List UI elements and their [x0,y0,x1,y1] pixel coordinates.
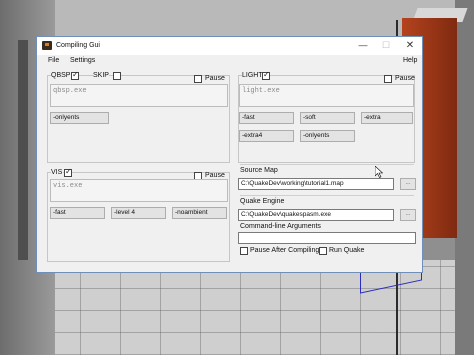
command-line-label: Command-line Arguments [240,223,321,230]
light-option-extra[interactable]: -extra [361,112,413,124]
run-quake-label: Run Quake [329,247,365,254]
light-option-onlyents[interactable]: -onlyents [300,130,355,142]
light-label: LIGHT [242,72,264,79]
light-checkbox[interactable] [262,70,270,80]
maximize-icon[interactable]: ☐ [375,39,397,52]
source-map-input[interactable]: C:\QuakeDev\working\tutorial1.map [238,178,394,190]
vis-pause-label: Pause [205,172,225,179]
vis-group: VIS Pause vis.exe -fast -level 4 -noambi… [47,167,230,262]
vis-option-level4[interactable]: -level 4 [111,207,166,219]
title-bar[interactable]: Compiling Gui — ☐ ✕ [37,37,422,55]
vis-option-fast[interactable]: -fast [50,207,105,219]
quake-engine-browse-button[interactable]: ... [400,209,416,221]
qbsp-pause-label: Pause [205,75,225,82]
pause-after-checkbox[interactable] [240,247,248,255]
light-option-fast[interactable]: -fast [239,112,294,124]
menu-settings[interactable]: Settings [70,57,95,64]
qbsp-label: QBSP [51,72,72,79]
run-quake-checkbox[interactable] [319,247,327,255]
qbsp-option-onlyents[interactable]: -onlyents [50,112,109,124]
quake-engine-input[interactable]: C:\QuakeDev\quakespasm.exe [238,209,394,221]
compiling-gui-window: Compiling Gui — ☐ ✕ File Settings Help Q… [36,36,423,273]
qbsp-pause-checkbox[interactable] [194,75,202,83]
menu-help[interactable]: Help [403,57,417,64]
skip-label: SKIP [93,72,109,79]
mouse-cursor-icon [375,166,383,178]
minimize-icon[interactable]: — [352,39,374,52]
light-option-extra4[interactable]: -extra4 [239,130,294,142]
light-pause-label: Pause [395,75,415,82]
right-wall-brush [455,0,474,355]
divider [240,164,414,165]
vis-label: VIS [51,169,64,176]
light-option-soft[interactable]: -soft [300,112,355,124]
pause-after-label: Pause After Compiling [250,247,320,254]
qbsp-checkbox[interactable] [71,70,79,80]
source-map-label: Source Map [240,167,278,174]
vis-option-noambient[interactable]: -noambient [172,207,227,219]
left-pillar-brush [18,40,28,260]
qbsp-exe-field[interactable]: qbsp.exe [50,84,228,107]
source-map-browse-button[interactable]: ... [400,178,416,190]
divider [240,195,414,196]
menu-file[interactable]: File [48,57,59,64]
light-exe-field[interactable]: light.exe [239,84,414,107]
window-title: Compiling Gui [56,42,100,49]
light-pause-checkbox[interactable] [384,75,392,83]
skip-checkbox[interactable] [113,72,121,80]
light-group: LIGHT Pause light.exe -fast -soft -extra… [238,70,415,163]
app-icon [42,41,52,50]
quake-engine-label: Quake Engine [240,198,285,205]
vis-exe-field[interactable]: vis.exe [50,179,228,202]
qbsp-group: QBSP SKIP Pause qbsp.exe -onlyents [47,70,230,163]
command-line-input[interactable] [238,232,416,244]
close-icon[interactable]: ✕ [399,39,421,52]
vis-checkbox[interactable] [64,167,72,177]
menu-bar: File Settings Help [37,56,422,68]
